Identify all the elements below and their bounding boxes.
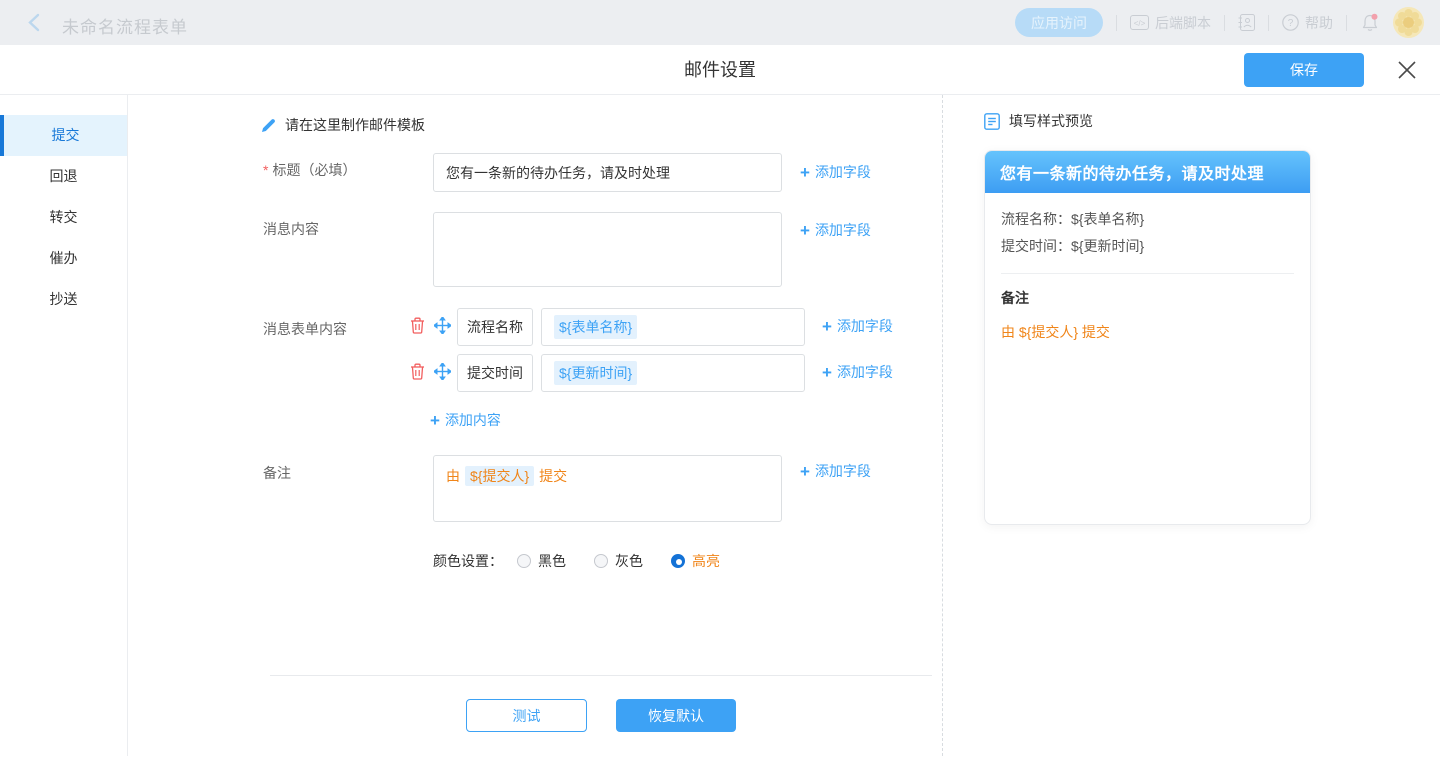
- add-content-link[interactable]: +添加内容: [430, 410, 501, 430]
- color-setting-row: 颜色设置： 黑色 灰色 高亮: [433, 551, 748, 571]
- pencil-icon: [260, 117, 277, 134]
- address-book-button[interactable]: [1238, 14, 1255, 31]
- field-token: ${更新时间}: [554, 361, 637, 385]
- back-chevron-icon[interactable]: [28, 13, 40, 32]
- preview-card-title: 您有一条新的待办任务，请及时处理: [985, 151, 1310, 193]
- divider: [1268, 15, 1269, 31]
- trash-icon[interactable]: [410, 317, 425, 334]
- sidebar-item-transfer[interactable]: 转交: [0, 197, 127, 238]
- close-icon[interactable]: [1396, 59, 1418, 81]
- remark-textarea[interactable]: 由 ${提交人} 提交: [433, 455, 782, 522]
- sidebar: 提交 回退 转交 催办 抄送: [0, 95, 128, 756]
- preview-remark-text: 由 ${提交人} 提交: [1001, 322, 1294, 342]
- preview-header: 填写样式预览: [984, 111, 1093, 131]
- preview-line-submit-time: 提交时间：${更新时间}: [1001, 233, 1294, 260]
- bell-icon: [1360, 13, 1380, 33]
- document-icon: [984, 113, 1000, 130]
- sidebar-item-return[interactable]: 回退: [0, 156, 127, 197]
- color-setting-label: 颜色设置：: [433, 551, 503, 571]
- page-title: 未命名流程表单: [62, 13, 188, 38]
- divider: [1224, 15, 1225, 31]
- app-access-button[interactable]: 应用访问: [1015, 8, 1103, 37]
- row-2-token-input[interactable]: ${更新时间}: [541, 354, 805, 392]
- trash-icon[interactable]: [410, 363, 425, 380]
- svg-text:?: ?: [1288, 18, 1294, 29]
- required-mark: *: [263, 162, 268, 178]
- sidebar-item-urge[interactable]: 催办: [0, 238, 127, 279]
- add-field-link-row1[interactable]: +添加字段: [822, 316, 893, 336]
- form-intro-text: 请在这里制作邮件模板: [285, 115, 425, 135]
- preview-divider: [1001, 273, 1294, 274]
- backend-script-button[interactable]: </> 后端脚本: [1130, 13, 1211, 33]
- move-icon[interactable]: [434, 317, 451, 334]
- restore-default-button[interactable]: 恢复默认: [616, 699, 736, 732]
- topbar-actions: 应用访问 </> 后端脚本 ? 帮助: [1015, 0, 1424, 45]
- radio-option-highlight[interactable]: 高亮: [671, 551, 720, 571]
- preview-line-process-name: 流程名称：${表单名称}: [1001, 206, 1294, 233]
- remark-label: 备注: [263, 463, 291, 483]
- email-preview-card: 您有一条新的待办任务，请及时处理 流程名称：${表单名称} 提交时间：${更新时…: [984, 150, 1311, 525]
- sidebar-item-submit[interactable]: 提交: [0, 115, 127, 156]
- preview-card-body: 流程名称：${表单名称} 提交时间：${更新时间} 备注 由 ${提交人} 提交: [985, 193, 1310, 355]
- divider: [1116, 15, 1117, 31]
- row-2-controls: [410, 363, 451, 380]
- preview-remark-title: 备注: [1001, 288, 1294, 308]
- plus-icon: +: [800, 463, 810, 480]
- radio-option-gray[interactable]: 灰色: [594, 551, 643, 571]
- divider: [1346, 15, 1347, 31]
- screen: 未命名流程表单 应用访问 </> 后端脚本 ? 帮助: [0, 0, 1440, 757]
- address-book-icon: [1238, 14, 1255, 31]
- add-field-link-row2[interactable]: +添加字段: [822, 362, 893, 382]
- message-form-label: 消息表单内容: [263, 319, 347, 339]
- move-icon[interactable]: [434, 363, 451, 380]
- remark-suffix: 提交: [539, 468, 567, 484]
- notification-bell-button[interactable]: [1360, 13, 1380, 33]
- remark-prefix: 由: [446, 468, 460, 484]
- email-template-form: 请在这里制作邮件模板 *标题（必填） +添加字段 消息内容 +添加字段 消息表单…: [128, 95, 942, 756]
- add-field-link-message[interactable]: +添加字段: [800, 220, 871, 240]
- message-content-textarea[interactable]: [433, 212, 782, 287]
- message-content-label: 消息内容: [263, 219, 319, 239]
- section-divider: [270, 675, 932, 676]
- form-intro: 请在这里制作邮件模板: [260, 115, 425, 135]
- radio-icon: [517, 554, 531, 568]
- row-1-key-input[interactable]: 流程名称: [457, 308, 533, 346]
- title-input[interactable]: [433, 153, 782, 192]
- preview-title: 填写样式预览: [1009, 111, 1093, 131]
- modal-title: 邮件设置: [0, 45, 1440, 95]
- field-token: ${表单名称}: [554, 315, 637, 339]
- help-button[interactable]: ? 帮助: [1282, 13, 1333, 33]
- modal-body: 提交 回退 转交 催办 抄送 请在这里制作邮件模板 *标题（必填） +添加字段: [0, 95, 1440, 756]
- sidebar-item-cc[interactable]: 抄送: [0, 279, 127, 320]
- add-field-link-title[interactable]: +添加字段: [800, 162, 871, 182]
- user-avatar[interactable]: [1393, 7, 1424, 38]
- submitter-token: ${提交人}: [465, 466, 534, 486]
- title-field-label: *标题（必填）: [263, 160, 356, 180]
- add-field-link-remark[interactable]: +添加字段: [800, 461, 871, 481]
- radio-option-black[interactable]: 黑色: [517, 551, 566, 571]
- row-1-controls: [410, 317, 451, 334]
- svg-text:</>: </>: [1134, 19, 1146, 28]
- backend-script-label: 后端脚本: [1155, 13, 1211, 33]
- top-bar: 未命名流程表单 应用访问 </> 后端脚本 ? 帮助: [0, 0, 1440, 45]
- plus-icon: +: [800, 164, 810, 181]
- plus-icon: +: [800, 222, 810, 239]
- plus-icon: +: [822, 364, 832, 381]
- modal-header: 邮件设置 保存: [0, 45, 1440, 95]
- radio-icon-checked: [671, 554, 685, 568]
- plus-icon: +: [822, 318, 832, 335]
- radio-icon: [594, 554, 608, 568]
- code-icon: </>: [1130, 15, 1149, 30]
- email-settings-modal: 邮件设置 保存 提交 回退 转交 催办 抄送 请在这里制作: [0, 45, 1440, 757]
- save-button[interactable]: 保存: [1244, 53, 1364, 87]
- row-1-token-input[interactable]: ${表单名称}: [541, 308, 805, 346]
- question-icon: ?: [1282, 14, 1299, 31]
- row-2-key-input[interactable]: 提交时间: [457, 354, 533, 392]
- test-button[interactable]: 测试: [466, 699, 587, 732]
- plus-icon: +: [430, 412, 440, 429]
- help-label: 帮助: [1305, 13, 1333, 33]
- preview-panel: 填写样式预览 您有一条新的待办任务，请及时处理 流程名称：${表单名称} 提交时…: [942, 95, 1440, 756]
